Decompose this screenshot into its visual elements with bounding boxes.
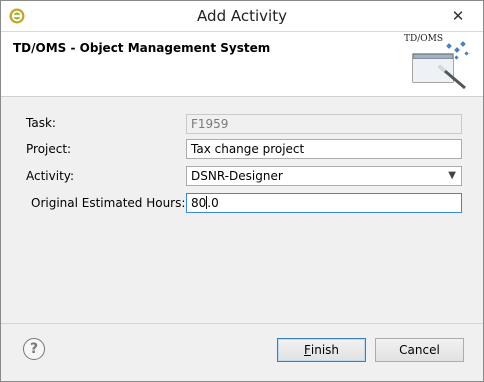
form-area: Task: F1959 Project: Tax change project … (1, 98, 483, 320)
activity-select[interactable]: DSNR-Designer ▼ (186, 166, 462, 186)
close-icon[interactable]: ✕ (435, 1, 481, 31)
help-icon[interactable]: ? (23, 338, 45, 360)
title-bar: Add Activity ✕ (1, 1, 483, 32)
finish-label-rest: inish (310, 343, 340, 357)
banner-title: TD/OMS - Object Management System (13, 41, 271, 55)
logo-text: TD/OMS (404, 34, 444, 44)
activity-selected-value: DSNR-Designer (191, 169, 283, 183)
task-field: F1959 (186, 114, 462, 134)
finish-mnemonic: F (303, 343, 311, 357)
activity-label: Activity: (26, 169, 75, 183)
project-label: Project: (26, 142, 72, 156)
hours-field[interactable]: 80.0 (186, 193, 462, 213)
window-title: Add Activity (197, 7, 287, 25)
tdoms-logo: TD/OMS (399, 32, 479, 90)
hours-value-decimal: .0 (207, 196, 219, 210)
dialog-footer: ? Finish Cancel (1, 324, 483, 381)
finish-button[interactable]: Finish (277, 338, 366, 362)
chevron-down-icon[interactable]: ▼ (448, 169, 456, 183)
hours-value-integer: 80 (191, 196, 207, 210)
hours-label: Original Estimated Hours: (31, 196, 186, 210)
cancel-button[interactable]: Cancel (375, 338, 464, 362)
wizard-banner: TD/OMS - Object Management System TD/OMS (1, 32, 483, 97)
add-activity-dialog: Add Activity ✕ TD/OMS - Object Managemen… (0, 0, 484, 382)
task-label: Task: (26, 116, 56, 130)
project-field[interactable]: Tax change project (186, 139, 462, 159)
